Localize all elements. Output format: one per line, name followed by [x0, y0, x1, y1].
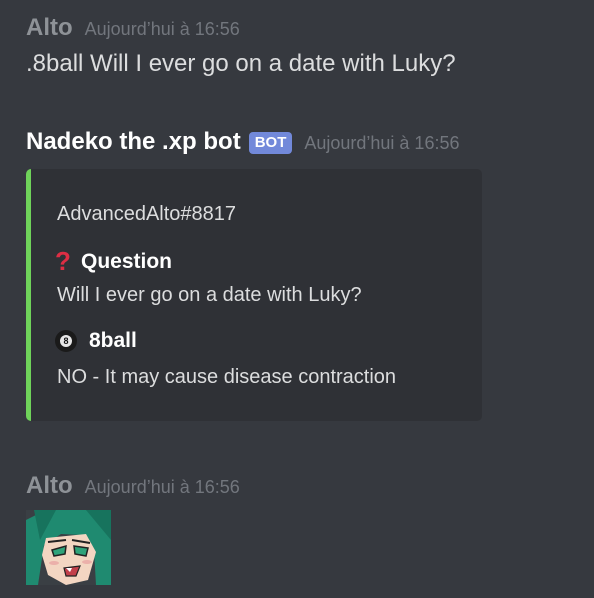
message-alto-1: Alto Aujourd’hui à 16:56 .8ball Will I e… [26, 14, 456, 78]
embed-field-value-question: Will I ever go on a date with Luky? [57, 284, 362, 306]
embed-author: AdvancedAlto#8817 [57, 203, 237, 225]
timestamp: Aujourd’hui à 16:56 [84, 477, 240, 497]
message-header: Alto Aujourd’hui à 16:56 [26, 472, 240, 500]
author-name[interactable]: Alto [26, 14, 73, 42]
timestamp: Aujourd’hui à 16:56 [84, 19, 240, 39]
embed-field-name-question: ? Question [55, 246, 173, 276]
anime-girl-image[interactable] [26, 510, 111, 585]
message-alto-2: Alto Aujourd’hui à 16:56 [26, 472, 240, 500]
author-name[interactable]: Nadeko the .xp bot [26, 128, 241, 156]
bot-badge: BOT [248, 132, 293, 154]
question-mark-icon: ? [55, 246, 71, 276]
bot-embed: AdvancedAlto#8817 ? Question Will I ever… [26, 169, 482, 421]
embed-field-value-8ball: NO - It may cause disease contraction [57, 366, 397, 388]
message-text: .8ball Will I ever go on a date with Luk… [26, 50, 456, 77]
timestamp: Aujourd’hui à 16:56 [304, 133, 460, 153]
embed-field-name-8ball: 8 8ball [55, 329, 137, 353]
message-bot: Nadeko the .xp bot BOT Aujourd’hui à 16:… [26, 128, 459, 156]
8ball-icon: 8 [55, 330, 77, 352]
message-header: Nadeko the .xp bot BOT Aujourd’hui à 16:… [26, 128, 459, 156]
message-header: Alto Aujourd’hui à 16:56 [26, 14, 456, 42]
author-name[interactable]: Alto [26, 472, 73, 500]
